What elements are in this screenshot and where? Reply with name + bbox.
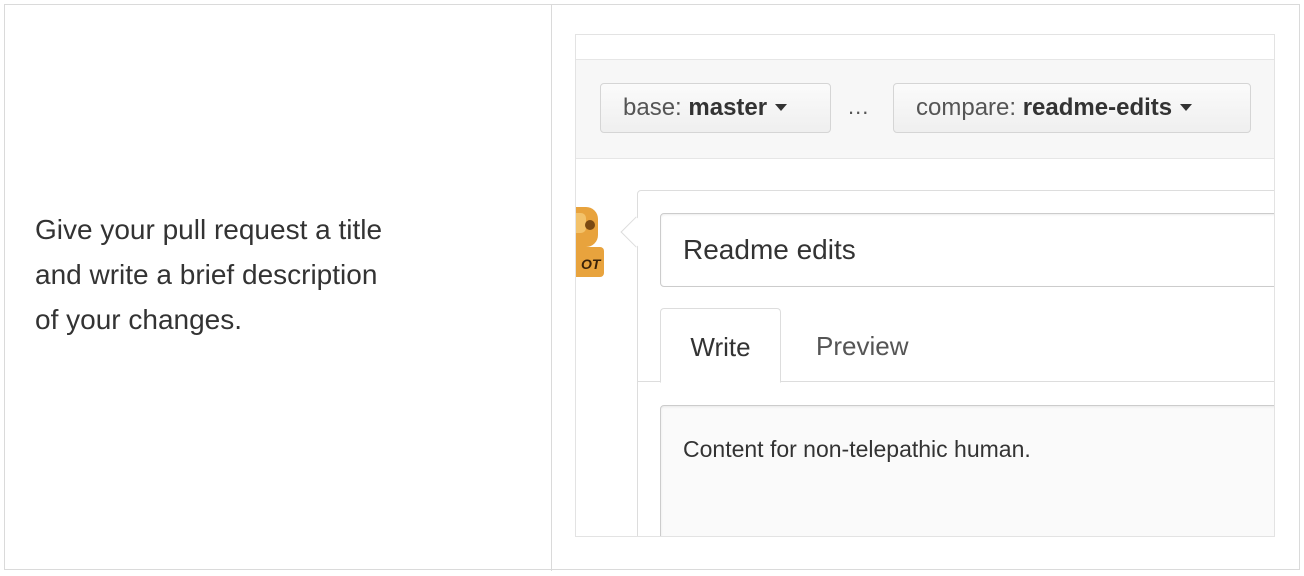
top-strip (576, 35, 1274, 60)
avatar-face (576, 213, 586, 233)
compare-branch-button[interactable]: compare: readme-edits (893, 83, 1251, 133)
base-branch-button[interactable]: base: master (600, 83, 831, 133)
compare-range-bar: base: master ... compare: readme-edits (576, 60, 1274, 159)
octocat-avatar-icon: OT (576, 207, 604, 277)
caret-down-icon (1180, 103, 1193, 111)
instruction-line-1: Give your pull request a title (35, 214, 383, 245)
avatar-badge-text: OT (581, 256, 602, 272)
compare-branch-name: readme-edits (1022, 94, 1173, 121)
compare-prefix: compare: (916, 94, 1023, 121)
title-input[interactable]: Readme edits (660, 213, 1274, 287)
range-separator: ... (848, 94, 870, 119)
pull-request-screenshot: base: master ... compare: readme-edits O… (575, 34, 1275, 537)
base-prefix: base: (623, 94, 689, 121)
tab-preview[interactable]: Preview (816, 308, 956, 382)
tab-write[interactable]: Write (660, 308, 781, 383)
instruction-line-2: and write a brief description (35, 259, 378, 290)
instruction-line-3: of your changes. (35, 304, 243, 335)
column-divider (551, 5, 552, 571)
description-textarea[interactable]: Content for non-telepathic human. (660, 405, 1274, 536)
instruction-text: Give your pull request a title and write… (35, 207, 535, 342)
base-branch-name: master (688, 94, 768, 121)
caret-down-icon (775, 103, 788, 111)
avatar-eye (585, 220, 595, 230)
